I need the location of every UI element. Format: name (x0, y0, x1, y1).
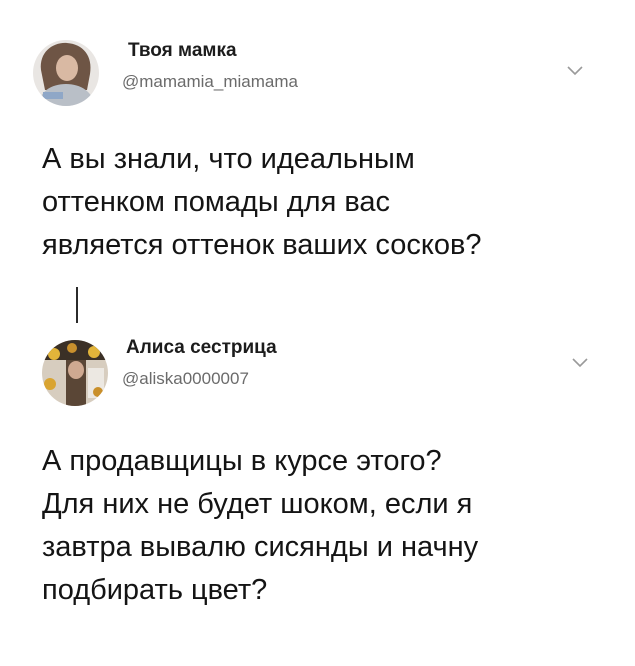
tweet-text: А вы знали, что идеальным оттенком помад… (42, 138, 482, 267)
display-name[interactable]: Алиса сестрица (126, 337, 277, 359)
user-handle[interactable]: @aliska0000007 (122, 369, 249, 389)
tweet-text-line: завтра вывалю сисянды и начну (42, 531, 479, 563)
tweet-text-line: подбирать цвет? (42, 574, 268, 606)
display-name[interactable]: Твоя мамка (128, 40, 237, 62)
tweet-text-line: А вы знали, что идеальным (42, 143, 415, 175)
tweet-text: А продавщицы в курсе этого? Для них не б… (42, 440, 478, 612)
chevron-down-icon[interactable] (571, 356, 589, 368)
user-avatar[interactable] (33, 40, 99, 106)
avatar-photo-icon (33, 40, 99, 106)
user-avatar[interactable] (42, 340, 108, 406)
tweet: Твоя мамка @mamamia_miamama А вы знали, … (0, 0, 635, 300)
tweet-text-line: является оттенок ваших сосков? (42, 229, 482, 261)
chevron-down-icon[interactable] (566, 64, 584, 76)
avatar-photo-icon (42, 340, 108, 406)
tweet-text-line: оттенком помады для вас (42, 186, 391, 218)
tweet-reply: Алиса сестрица @aliska0000007 А продавщи… (0, 300, 635, 666)
tweet-text-line: Для них не будет шоком, если я (42, 488, 473, 520)
tweet-text-line: А продавщицы в курсе этого? (42, 445, 442, 477)
user-handle[interactable]: @mamamia_miamama (122, 72, 298, 92)
